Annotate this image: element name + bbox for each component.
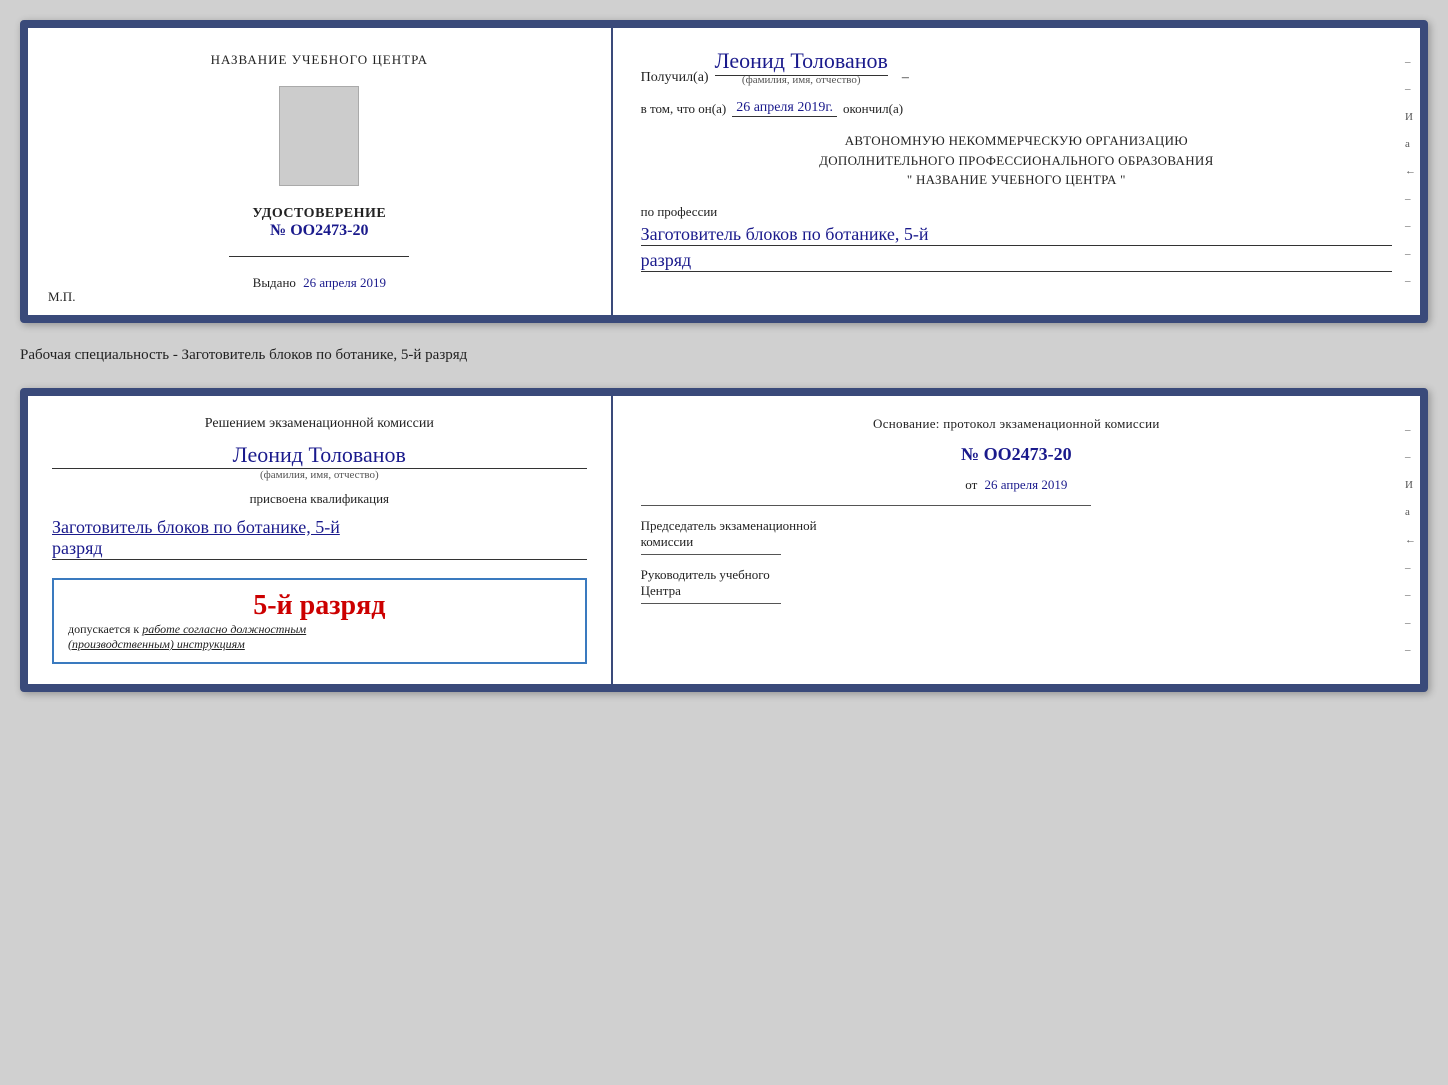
po-professii: по профессии Заготовитель блоков по бота… bbox=[641, 204, 1392, 272]
side-marks: – – И а ← – – – – bbox=[1405, 28, 1416, 315]
recipient-name2: Леонид Толованов bbox=[52, 442, 587, 469]
top-document: НАЗВАНИЕ УЧЕБНОГО ЦЕНТРА УДОСТОВЕРЕНИЕ №… bbox=[20, 20, 1428, 323]
separator-text: Рабочая специальность - Заготовитель бло… bbox=[20, 341, 1428, 370]
po-professii-label: по профессии bbox=[641, 204, 718, 219]
dopuskaetsya-value: работе согласно должностным bbox=[142, 622, 306, 636]
dash1: – bbox=[902, 70, 909, 86]
predsedatel-label: Председатель экзаменационной bbox=[641, 518, 1392, 534]
protocol-number: № OO2473-20 bbox=[641, 444, 1392, 465]
vtom-line: в том, что он(а) 26 апреля 2019г. окончи… bbox=[641, 100, 1392, 117]
recipient-name: Леонид Толованов bbox=[715, 48, 888, 76]
udostoverenie-title: УДОСТОВЕРЕНИЕ bbox=[252, 206, 386, 222]
vydano-line: Выдано 26 апреля 2019 bbox=[253, 275, 386, 291]
bottom-doc-left: Решением экзаменационной комиссии Леонид… bbox=[28, 396, 613, 684]
bottom-doc-right: Основание: протокол экзаменационной коми… bbox=[613, 396, 1420, 684]
mp-label: М.П. bbox=[48, 289, 75, 305]
name-block: Леонид Толованов (фамилия, имя, отчество… bbox=[52, 442, 587, 481]
training-center-label: НАЗВАНИЕ УЧЕБНОГО ЦЕНТРА bbox=[211, 52, 428, 68]
rukovoditel-label: Руководитель учебного bbox=[641, 567, 1392, 583]
poluchil-label: Получил(а) bbox=[641, 70, 709, 86]
qualification-block: Заготовитель блоков по ботанике, 5-й раз… bbox=[52, 517, 587, 560]
qualification-value: Заготовитель блоков по ботанике, 5-й bbox=[52, 517, 587, 538]
stamp-rank: 5-й разряд bbox=[68, 590, 571, 622]
photo-placeholder bbox=[279, 86, 359, 186]
resheniem-label: Решением экзаменационной комиссии bbox=[52, 416, 587, 432]
razryad-value: разряд bbox=[641, 250, 1392, 272]
okonchil-label: окончил(а) bbox=[843, 101, 903, 117]
completion-date: 26 апреля 2019г. bbox=[732, 100, 837, 117]
vydano-label: Выдано bbox=[253, 275, 296, 290]
komissii-label: комиссии bbox=[641, 534, 1392, 550]
vtom-label: в том, что он(а) bbox=[641, 101, 727, 117]
ot-date-line: от 26 апреля 2019 bbox=[641, 477, 1392, 493]
prisvoena-label: присвоена квалификация bbox=[52, 491, 587, 507]
ot-date-value: 26 апреля 2019 bbox=[985, 477, 1068, 492]
osnovanie-label: Основание: протокол экзаменационной коми… bbox=[641, 416, 1392, 432]
side-marks-bottom: – – И а ← – – – – bbox=[1405, 396, 1416, 684]
top-doc-right: Получил(а) Леонид Толованов (фамилия, им… bbox=[613, 28, 1420, 315]
stamp-box: 5-й разряд допускается к работе согласно… bbox=[52, 578, 587, 664]
tsentra-label: Центра bbox=[641, 583, 1392, 599]
organization-block: АВТОНОМНУЮ НЕКОММЕРЧЕСКУЮ ОРГАНИЗАЦИЮ ДО… bbox=[641, 131, 1392, 190]
fio-subtitle2: (фамилия, имя, отчество) bbox=[52, 469, 587, 481]
bottom-document: Решением экзаменационной комиссии Леонид… bbox=[20, 388, 1428, 692]
razryad-value2: разряд bbox=[52, 538, 587, 560]
rukovoditel-block: Руководитель учебного Центра bbox=[641, 567, 1392, 604]
poluchil-line: Получил(а) Леонид Толованов (фамилия, им… bbox=[641, 48, 1392, 86]
top-doc-left: НАЗВАНИЕ УЧЕБНОГО ЦЕНТРА УДОСТОВЕРЕНИЕ №… bbox=[28, 28, 613, 315]
predsedatel-block: Председатель экзаменационной комиссии bbox=[641, 518, 1392, 555]
org-line2: ДОПОЛНИТЕЛЬНОГО ПРОФЕССИОНАЛЬНОГО ОБРАЗО… bbox=[641, 151, 1392, 171]
profession-value: Заготовитель блоков по ботанике, 5-й bbox=[641, 224, 1392, 246]
dopuskaetsya-label: допускается к bbox=[68, 622, 139, 636]
instruktsiyam-value: (производственным) инструкциям bbox=[68, 637, 245, 651]
cert-number: № OO2473-20 bbox=[270, 222, 368, 240]
dopuskaetsya-text: допускается к работе согласно должностны… bbox=[68, 622, 571, 652]
vydano-date: 26 апреля 2019 bbox=[303, 275, 386, 290]
predsedatel-signature bbox=[641, 554, 781, 555]
page-container: НАЗВАНИЕ УЧЕБНОГО ЦЕНТРА УДОСТОВЕРЕНИЕ №… bbox=[20, 20, 1428, 692]
rukovoditel-signature bbox=[641, 603, 781, 604]
org-line1: АВТОНОМНУЮ НЕКОММЕРЧЕСКУЮ ОРГАНИЗАЦИЮ bbox=[641, 131, 1392, 151]
center-name: " НАЗВАНИЕ УЧЕБНОГО ЦЕНТРА " bbox=[641, 170, 1392, 190]
ot-label: от bbox=[965, 477, 977, 492]
